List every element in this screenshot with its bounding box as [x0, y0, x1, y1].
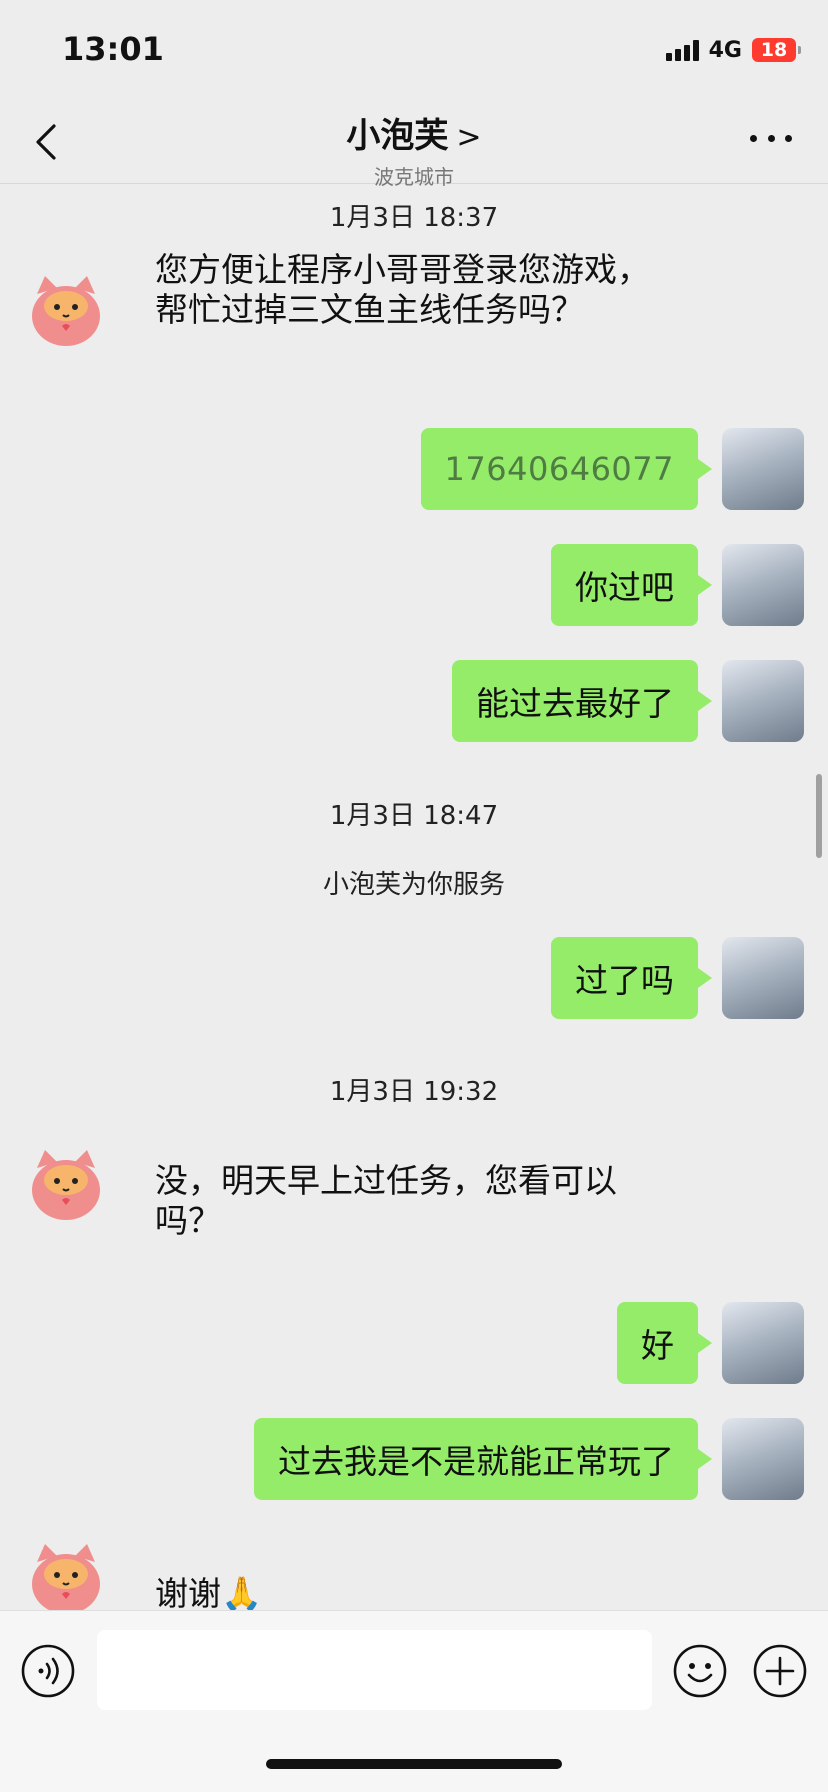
cat-avatar-icon[interactable] [25, 270, 107, 352]
user-avatar[interactable] [722, 544, 804, 626]
user-avatar[interactable] [722, 1418, 804, 1500]
chevron-right-icon: > [456, 120, 482, 155]
chat-title[interactable]: 小泡芙 [346, 116, 448, 156]
service-notice: 小泡芙为你服务 [322, 870, 505, 900]
user-avatar[interactable] [722, 1302, 804, 1384]
emoji-button[interactable] [672, 1643, 728, 1699]
plus-button[interactable] [752, 1643, 808, 1699]
plus-icon [753, 1644, 807, 1698]
timestamp: 1月3日 18:47 [329, 801, 499, 831]
chat-screen: 13:01 4G 18 小泡芙 > 波克城市 1月3日 18:37 您方便让程序… [0, 0, 828, 1792]
voice-icon [21, 1644, 75, 1698]
battery-icon: 18 [752, 38, 801, 62]
status-indicators: 4G 18 [665, 36, 801, 64]
input-bar [0, 1610, 828, 1792]
timestamp: 1月3日 19:32 [329, 1077, 499, 1107]
user-avatar[interactable] [722, 428, 804, 510]
cat-avatar-icon[interactable] [25, 1144, 107, 1226]
message-list[interactable]: 1月3日 18:37 您方便让程序小哥哥登录您游戏，帮忙过掉三文鱼主线任务吗？ … [0, 184, 828, 1614]
voice-button[interactable] [20, 1643, 76, 1699]
outgoing-message[interactable]: 好 [617, 1302, 712, 1384]
user-avatar[interactable] [722, 660, 804, 742]
cat-avatar-icon[interactable] [25, 1538, 107, 1620]
emoji-icon [673, 1644, 727, 1698]
signal-icon [665, 39, 699, 61]
outgoing-message[interactable]: 过去我是不是就能正常玩了 [254, 1418, 712, 1500]
more-dots-icon [750, 134, 757, 142]
home-indicator[interactable] [266, 1759, 562, 1769]
timestamp: 1月3日 18:37 [329, 203, 499, 233]
status-time: 13:01 [62, 30, 164, 68]
more-button[interactable] [750, 128, 792, 148]
top-bar: 13:01 4G 18 小泡芙 > 波克城市 [0, 0, 828, 189]
network-type: 4G [708, 37, 742, 63]
outgoing-message[interactable]: 能过去最好了 [452, 660, 712, 742]
message-input[interactable] [97, 1630, 652, 1710]
outgoing-message[interactable]: 过了吗 [551, 937, 712, 1019]
outgoing-message[interactable]: 你过吧 [551, 544, 712, 626]
scrollbar[interactable] [816, 774, 822, 858]
user-avatar[interactable] [722, 937, 804, 1019]
incoming-message[interactable]: 谢谢🙏 [155, 1574, 675, 1614]
incoming-message[interactable]: 没，明天早上过任务，您看可以吗？ [155, 1161, 675, 1241]
incoming-message[interactable]: 您方便让程序小哥哥登录您游戏，帮忙过掉三文鱼主线任务吗？ [155, 250, 675, 330]
chat-title-group[interactable]: 小泡芙 > 波克城市 [0, 108, 828, 190]
outgoing-message[interactable]: 17640646077 [420, 428, 713, 510]
